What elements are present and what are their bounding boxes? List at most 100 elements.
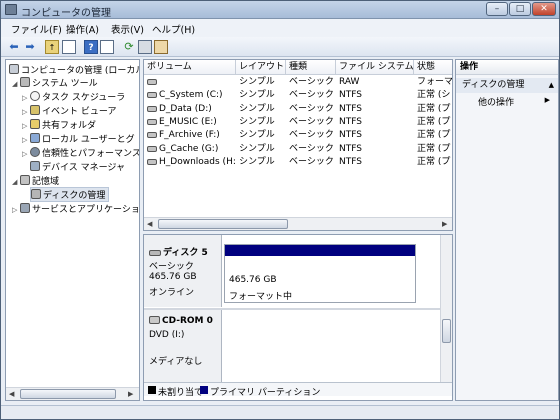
column-header-type[interactable]: 種類 bbox=[286, 60, 336, 75]
volume-horizontal-scrollbar[interactable]: ◀ ▶ bbox=[144, 217, 452, 230]
tree-device-manager[interactable]: デバイス マネージャ bbox=[30, 160, 125, 173]
table-cell-text: E_MUSIC (E:) bbox=[159, 116, 217, 127]
table-cell: シンプル bbox=[236, 89, 286, 102]
expand-icon[interactable]: ▷ bbox=[22, 94, 30, 102]
collapse-icon[interactable]: ◢ bbox=[12, 178, 20, 186]
show-hide-tree-icon[interactable] bbox=[62, 40, 76, 54]
scrollbar-thumb[interactable] bbox=[158, 219, 288, 229]
expand-icon[interactable]: ▷ bbox=[22, 108, 30, 116]
table-cell-text: H_Downloads (H:) bbox=[159, 156, 236, 167]
export-icon[interactable] bbox=[138, 40, 152, 54]
properties-icon[interactable] bbox=[154, 40, 168, 54]
tree-horizontal-scrollbar[interactable]: ◀ ▶ bbox=[6, 387, 139, 400]
scrollbar-thumb[interactable] bbox=[442, 319, 451, 343]
table-cell-text: ベーシック bbox=[289, 130, 334, 141]
cdrom0-info[interactable]: CD-ROM 0 DVD (I:) メディアなし bbox=[144, 310, 222, 382]
tree-system-tools[interactable]: ◢ システム ツール bbox=[12, 76, 98, 89]
table-row[interactable]: E_MUSIC (E:) シンプル ベーシック NTFS 正常 (プ bbox=[144, 116, 452, 129]
table-cell-text: ベーシック bbox=[289, 77, 334, 87]
column-header-status[interactable]: 状態 bbox=[414, 60, 452, 75]
tree-root[interactable]: コンピュータの管理 (ローカル) bbox=[9, 63, 140, 76]
disk5-info[interactable]: ディスク 5 ベーシック 465.76 GB オンライン bbox=[144, 235, 222, 307]
computer-management-window: コンピュータの管理 – □ ✕ ファイル(F) 操作(A) 表示(V) ヘルプ(… bbox=[0, 0, 560, 420]
disk5-type: ベーシック bbox=[149, 262, 194, 272]
refresh-icon[interactable]: ⟳ bbox=[122, 40, 136, 54]
forward-arrow-icon[interactable]: ➡ bbox=[23, 40, 37, 54]
maximize-button[interactable]: □ bbox=[509, 2, 531, 16]
tree-reliability[interactable]: ▷ 信頼性とパフォーマンス bbox=[22, 146, 140, 159]
table-cell-text: 正常 (プ bbox=[417, 143, 451, 154]
tree-local-users[interactable]: ▷ ローカル ユーザーとグ bbox=[22, 132, 135, 145]
title-bar[interactable]: コンピュータの管理 – □ ✕ bbox=[1, 1, 559, 19]
tree-system-tools-label: システム ツール bbox=[32, 79, 98, 89]
table-cell: H_Downloads (H:) bbox=[144, 156, 236, 169]
scroll-left-icon[interactable]: ◀ bbox=[147, 220, 152, 228]
menu-file[interactable]: ファイル(F) bbox=[11, 22, 62, 36]
column-header-filesystem[interactable]: ファイル システム bbox=[336, 60, 414, 75]
table-row[interactable]: G_Cache (G:) シンプル ベーシック NTFS 正常 (プ bbox=[144, 143, 452, 156]
back-arrow-icon[interactable]: ⬅ bbox=[7, 40, 21, 54]
tools-icon bbox=[20, 77, 30, 87]
menu-view[interactable]: 表示(V) bbox=[111, 22, 144, 36]
tree-disk-management[interactable]: ディスクの管理 bbox=[30, 187, 110, 202]
tree-task-scheduler[interactable]: ▷ タスク スケジューラ bbox=[22, 90, 125, 103]
scroll-right-icon[interactable]: ▶ bbox=[128, 390, 133, 398]
operations-section[interactable]: ディスクの管理 ▲ bbox=[456, 78, 558, 93]
table-row[interactable]: C_System (C:) シンプル ベーシック NTFS 正常 (シ bbox=[144, 89, 452, 102]
more-operations-link[interactable]: 他の操作 bbox=[478, 95, 514, 108]
table-cell: ベーシック bbox=[286, 116, 336, 129]
scrollbar-thumb[interactable] bbox=[20, 389, 116, 399]
table-row[interactable]: シンプル ベーシック RAW フォーマ bbox=[144, 76, 452, 89]
table-cell-text: RAW bbox=[339, 77, 360, 87]
expand-icon[interactable]: ▷ bbox=[22, 136, 30, 144]
volume-icon bbox=[147, 132, 157, 139]
collapse-icon[interactable]: ◢ bbox=[12, 80, 20, 88]
disk5-size: 465.76 GB bbox=[149, 272, 197, 282]
scroll-left-icon[interactable]: ◀ bbox=[9, 390, 14, 398]
tree-event-viewer[interactable]: ▷ イベント ビューア bbox=[22, 104, 117, 117]
close-button[interactable]: ✕ bbox=[532, 2, 556, 16]
tree-services-apps[interactable]: ▷ サービスとアプリケーショ bbox=[12, 202, 139, 215]
column-header-volume[interactable]: ボリューム bbox=[144, 60, 236, 75]
collapse-up-icon[interactable]: ▲ bbox=[549, 78, 554, 93]
table-row[interactable]: F_Archive (F:) シンプル ベーシック NTFS 正常 (プ bbox=[144, 129, 452, 142]
table-cell-text: シンプル bbox=[239, 116, 275, 127]
table-cell-text: 正常 (プ bbox=[417, 156, 451, 167]
table-row[interactable]: H_Downloads (H:) シンプル ベーシック NTFS 正常 (プ bbox=[144, 156, 452, 169]
table-cell: 正常 (プ bbox=[414, 103, 452, 116]
minimize-button[interactable]: – bbox=[486, 2, 508, 16]
up-folder-icon[interactable]: ↑ bbox=[45, 40, 59, 54]
partition-status: フォーマット中 bbox=[229, 292, 293, 302]
volume-icon bbox=[147, 118, 157, 125]
tree-shared-folders[interactable]: ▷ 共有フォルダ bbox=[22, 118, 96, 131]
partition-block[interactable]: 465.76 GB フォーマット中 bbox=[224, 244, 416, 303]
menu-help[interactable]: ヘルプ(H) bbox=[152, 22, 195, 36]
table-cell: シンプル bbox=[236, 129, 286, 142]
disk-icon bbox=[149, 250, 161, 256]
tree-storage[interactable]: ◢ 記憶域 bbox=[12, 174, 59, 187]
legend: 未割り当て プライマリ パーティション bbox=[144, 382, 452, 398]
toolbar: ⬅ ➡ ↑ ? ⟳ bbox=[1, 37, 559, 57]
help-icon[interactable]: ? bbox=[84, 40, 98, 54]
table-row[interactable]: D_Data (D:) シンプル ベーシック NTFS 正常 (プ bbox=[144, 103, 452, 116]
expand-icon[interactable]: ▷ bbox=[12, 206, 20, 214]
submenu-arrow-icon[interactable]: ▶ bbox=[545, 96, 550, 104]
table-cell: NTFS bbox=[336, 103, 414, 116]
tree-reliability-label: 信頼性とパフォーマンス bbox=[42, 149, 140, 159]
expand-icon[interactable]: ▷ bbox=[22, 150, 30, 158]
unallocated-swatch bbox=[148, 386, 156, 394]
scroll-right-icon[interactable]: ▶ bbox=[442, 220, 447, 228]
tree-root-label: コンピュータの管理 (ローカル) bbox=[21, 66, 140, 76]
menu-action[interactable]: 操作(A) bbox=[66, 22, 99, 36]
disk-view-vertical-scrollbar[interactable] bbox=[440, 235, 452, 382]
table-cell-text: シンプル bbox=[239, 143, 275, 154]
expand-icon[interactable]: ▷ bbox=[22, 122, 30, 130]
volume-icon bbox=[147, 79, 157, 85]
table-cell: シンプル bbox=[236, 156, 286, 169]
tree-event-viewer-label: イベント ビューア bbox=[42, 107, 117, 117]
users-icon bbox=[30, 133, 40, 143]
table-cell-text: NTFS bbox=[339, 103, 362, 114]
view-icon[interactable] bbox=[100, 40, 114, 54]
column-header-layout[interactable]: レイアウト bbox=[236, 60, 286, 75]
table-cell: NTFS bbox=[336, 156, 414, 169]
